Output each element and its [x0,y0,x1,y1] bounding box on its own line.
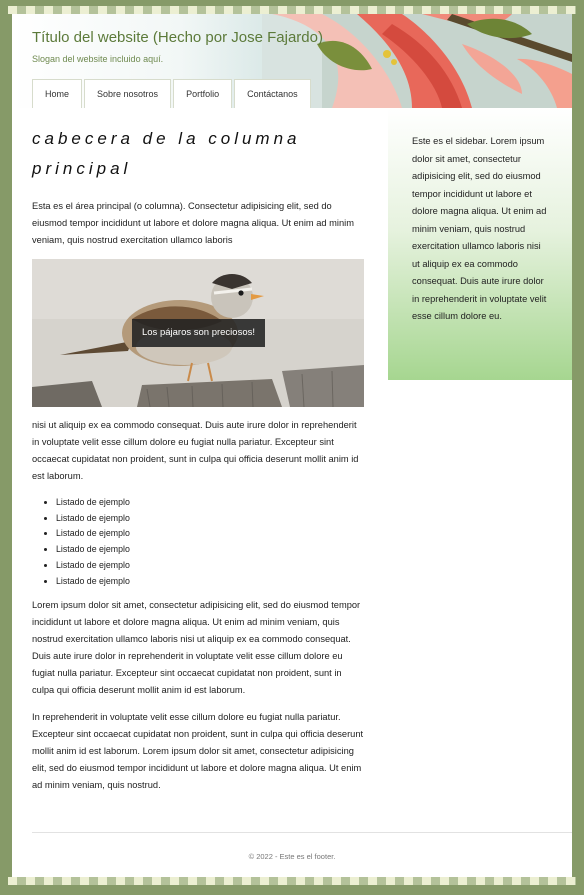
bottom-border-stripe [8,877,576,885]
intro-paragraph: Esta es el área principal (o columna). C… [32,201,354,245]
main-heading: cabecera de la columna principal [32,124,364,184]
list-item: Listado de ejemplo [56,558,364,574]
top-border-stripe [8,6,576,14]
list-item: Listado de ejemplo [56,542,364,558]
sidebar: Este es el sidebar. Lorem ipsum dolor si… [388,108,572,380]
nav-item-sobre-nosotros[interactable]: Sobre nosotros [84,79,172,108]
list-item: Listado de ejemplo [56,511,364,527]
list-item: Listado de ejemplo [56,574,364,590]
list-item: Listado de ejemplo [56,526,364,542]
nav-item-home[interactable]: Home [32,79,83,108]
nav-item-contactanos[interactable]: Contáctanos [234,79,311,108]
sidebar-text: Este es el sidebar. Lorem ipsum dolor si… [412,136,547,321]
site-header: Título del website (Hecho por Jose Fajar… [12,14,572,108]
nav-item-portfolio[interactable]: Portfolio [173,79,233,108]
after-image-paragraph: nisi ut aliquip ex ea commodo consequat.… [32,420,359,481]
main-column: cabecera de la columna principal Esta es… [32,124,364,804]
image-caption: Los pájaros son preciosos! [132,319,265,347]
main-nav: Home Sobre nosotros Portfolio Contáctano… [32,79,311,108]
list-item: Listado de ejemplo [56,495,364,511]
main-heading-line1: cabecera de la columna [32,129,301,148]
bird-image-container: Los pájaros son preciosos! [32,259,364,407]
paragraph-2: Lorem ipsum dolor sit amet, consectetur … [32,600,361,696]
footer-divider [32,832,572,833]
paragraph-3: In reprehenderit in voluptate velit esse… [32,712,364,791]
main-heading-line2: principal [32,159,132,178]
site-footer: © 2022 - Este es el footer. [248,852,336,861]
site-title[interactable]: Título del website (Hecho por Jose Fajar… [32,29,323,46]
site-slogan: Slogan del website incluido aquí. [32,54,164,64]
example-list: Listado de ejemplo Listado de ejemplo Li… [56,495,364,589]
page-container: Título del website (Hecho por Jose Fajar… [12,14,572,877]
